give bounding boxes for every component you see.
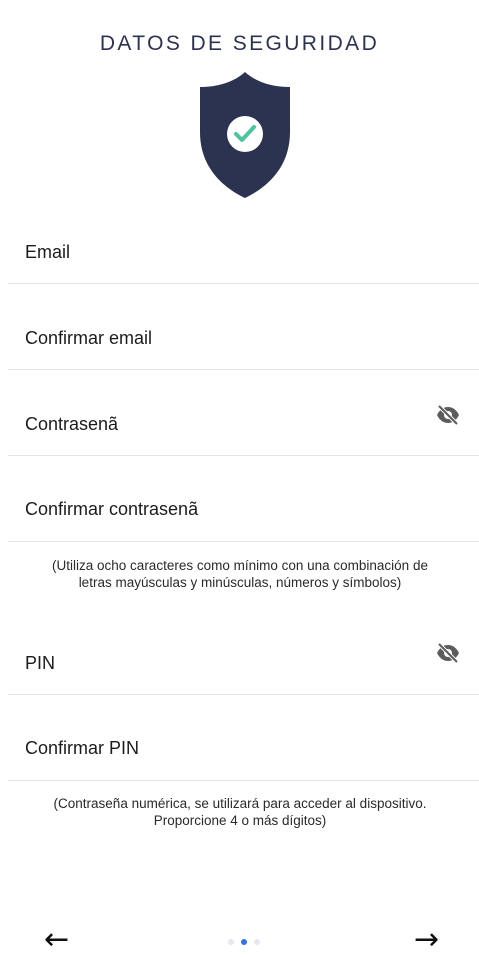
confirm-email-label: Confirmar email — [25, 328, 153, 348]
page-indicator — [224, 937, 264, 947]
pin-hint: (Contraseña numérica, se utilizará para … — [53, 796, 427, 828]
password-hint: (Utiliza ocho caracteres como mínimo con… — [52, 558, 428, 590]
confirm-pin-field[interactable]: Confirmar PIN — [8, 695, 479, 781]
page-dot-active — [241, 939, 247, 945]
password-field[interactable]: Contrasenã — [8, 370, 479, 456]
eye-off-icon[interactable] — [435, 404, 461, 426]
pin-label: PIN — [25, 653, 56, 673]
page-dot — [228, 939, 234, 945]
password-label: Contrasenã — [25, 414, 119, 434]
eye-off-icon[interactable] — [435, 642, 461, 664]
confirm-password-label: Confirmar contrasenã — [25, 499, 199, 519]
back-arrow-icon[interactable]: ← — [44, 925, 69, 955]
email-field[interactable]: Email — [8, 198, 479, 284]
shield-check-icon — [196, 70, 294, 200]
pin-field[interactable]: PIN — [8, 609, 479, 695]
confirm-pin-label: Confirmar PIN — [25, 738, 140, 758]
email-label: Email — [25, 242, 71, 262]
confirm-email-field[interactable]: Confirmar email — [8, 284, 479, 370]
next-arrow-icon[interactable]: → — [414, 925, 439, 955]
page-title: DATOS DE SEGURIDAD — [99, 32, 380, 55]
page-dot — [254, 939, 260, 945]
confirm-password-field[interactable]: Confirmar contrasenã — [8, 456, 479, 542]
